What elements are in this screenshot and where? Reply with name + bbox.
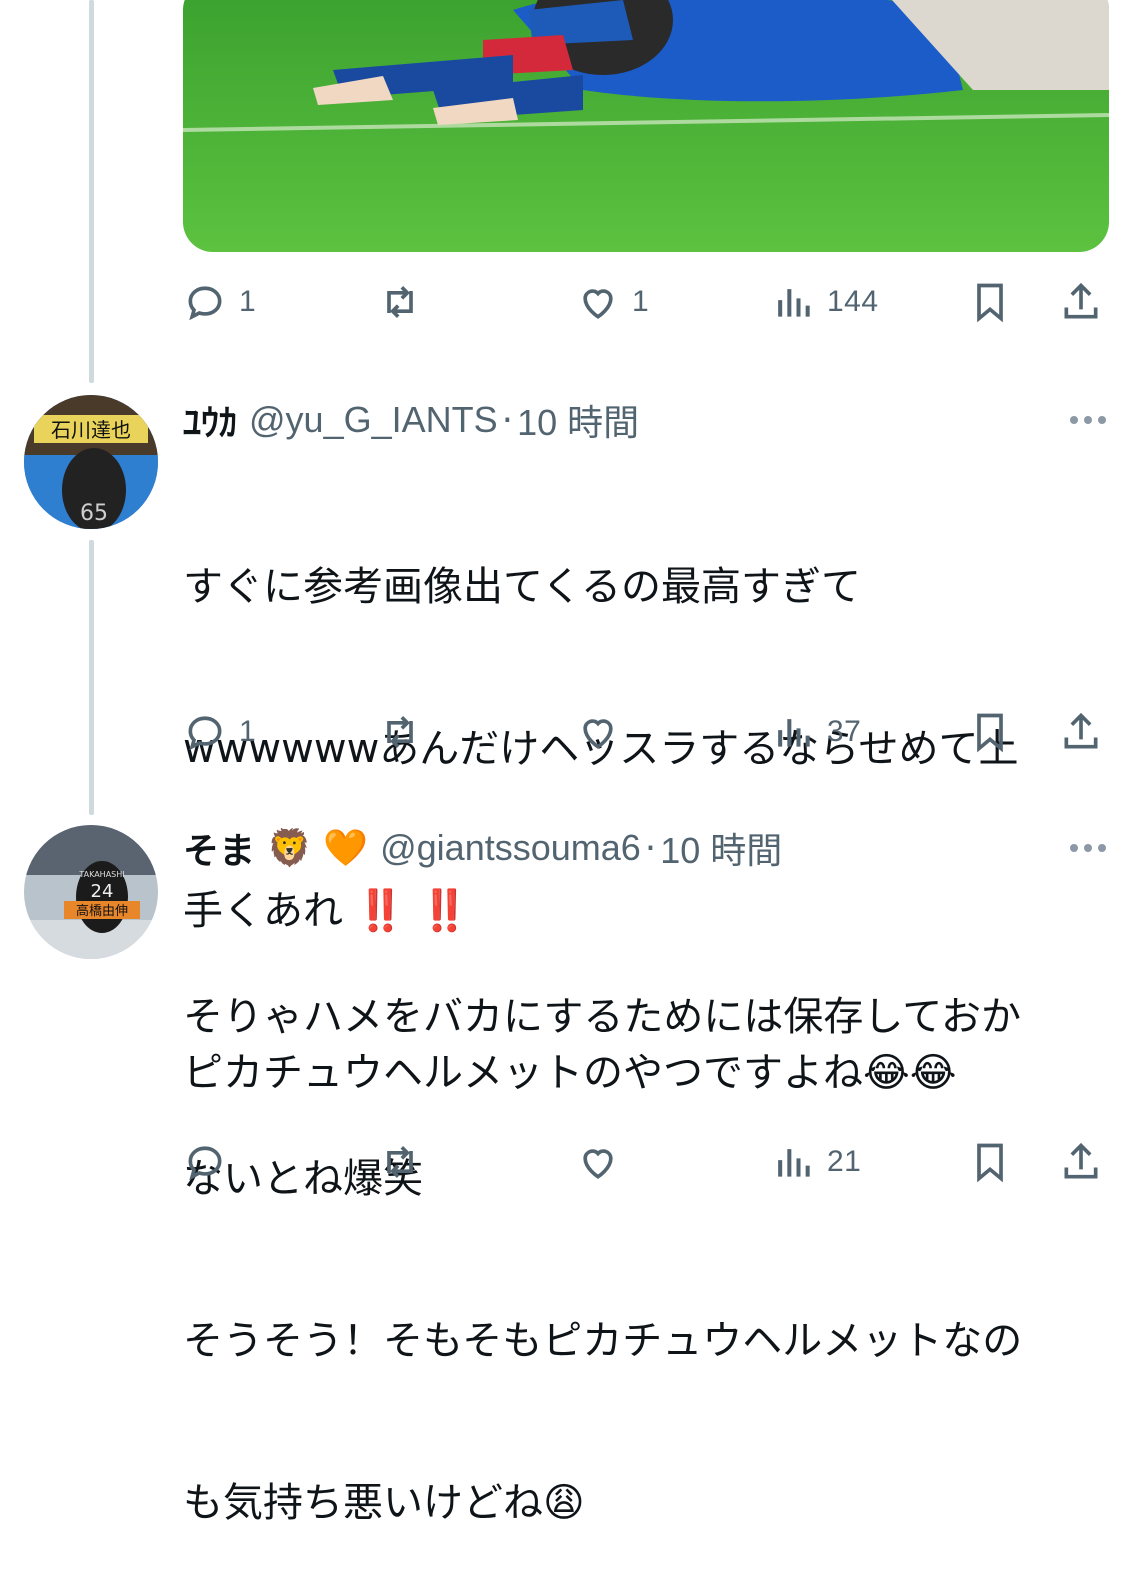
- views-icon: [778, 289, 810, 317]
- avatar[interactable]: TAKAHASHI 24 高橋由伸: [24, 825, 158, 959]
- avatar-banner-text: 石川達也: [51, 418, 131, 442]
- bookmark-button[interactable]: [968, 702, 1012, 762]
- reply-count: 1: [239, 285, 257, 318]
- views-button[interactable]: 21: [771, 1132, 861, 1192]
- retweet-button[interactable]: [378, 702, 434, 762]
- like-button[interactable]: [576, 1132, 632, 1192]
- avatar-number: 65: [80, 501, 108, 526]
- tweet-text: そりゃハメをバカにするためには保存しておか ないとね爆笑 そうそう！そもそもピカ…: [183, 882, 1083, 1584]
- share-icon: [1064, 1142, 1098, 1179]
- user-handle[interactable]: @yu_G_IANTS: [249, 399, 498, 441]
- reply-button[interactable]: [183, 1132, 239, 1192]
- weary-face-emoji: 😩: [543, 1480, 585, 1526]
- display-name[interactable]: そま: [183, 822, 255, 874]
- name-emoji: 🦁 🧡: [267, 828, 369, 869]
- tweet-actions: 1 1 144: [183, 272, 1113, 332]
- thread-line: [89, 540, 94, 815]
- more-options-button[interactable]: [1070, 820, 1106, 876]
- view-count: 21: [827, 1145, 862, 1178]
- views-button[interactable]: 37: [771, 702, 861, 762]
- tweet-header: ﾕｳｶ @yu_G_IANTS · 10 時間: [183, 392, 639, 448]
- tweet-text-line: そりゃハメをバカにするためには保存しておか: [183, 994, 1021, 1040]
- avatar-jersey-name: TAKAHASHI: [78, 870, 124, 879]
- more-dot-icon: [1098, 844, 1106, 852]
- user-handle[interactable]: @giantssouma6: [380, 827, 641, 869]
- tweet-header: そま 🦁 🧡 @giantssouma6 · 10 時間: [183, 820, 782, 876]
- view-count: 144: [827, 285, 879, 318]
- reply-icon: [188, 286, 222, 321]
- tweet-text-line: すぐに参考画像出てくるの最高すぎて: [183, 564, 861, 610]
- heart-icon: [583, 289, 613, 319]
- like-button[interactable]: 1: [576, 272, 649, 332]
- retweet-button[interactable]: [378, 1132, 434, 1192]
- more-dot-icon: [1098, 416, 1106, 424]
- more-dot-icon: [1084, 844, 1092, 852]
- share-icon: [1064, 282, 1098, 319]
- timestamp[interactable]: 10 時間: [517, 394, 639, 446]
- like-button[interactable]: [576, 702, 632, 762]
- views-icon: [778, 719, 810, 747]
- retweet-button[interactable]: [378, 272, 434, 332]
- view-count: 37: [827, 715, 862, 748]
- tweet-actions: 1 37: [183, 702, 1113, 762]
- timestamp[interactable]: 10 時間: [660, 822, 782, 874]
- bookmark-icon: [977, 283, 1003, 323]
- thread-line: [89, 0, 94, 383]
- retweet-icon: [387, 716, 413, 748]
- reply-icon: [188, 1146, 222, 1181]
- avatar-number: 24: [91, 881, 114, 902]
- share-button[interactable]: [1059, 702, 1103, 762]
- share-button[interactable]: [1059, 1132, 1103, 1192]
- bookmark-button[interactable]: [968, 1132, 1012, 1192]
- share-icon: [1064, 712, 1098, 749]
- reply-button[interactable]: 1: [183, 702, 256, 762]
- retweet-icon: [387, 286, 413, 318]
- separator-dot: ·: [501, 399, 514, 441]
- display-name[interactable]: ﾕｳｶ: [183, 394, 237, 446]
- more-dot-icon: [1070, 416, 1078, 424]
- heart-icon: [583, 1149, 613, 1179]
- avatar[interactable]: 石川達也 65: [24, 395, 158, 529]
- reply-icon: [188, 716, 222, 751]
- views-icon: [778, 1149, 810, 1177]
- views-button[interactable]: 144: [771, 272, 879, 332]
- reply-count: 1: [239, 715, 257, 748]
- tweet-actions: 21: [183, 1132, 1113, 1192]
- separator-dot: ·: [644, 827, 657, 869]
- bookmark-icon: [977, 713, 1003, 753]
- heart-icon: [583, 719, 613, 749]
- tweet-text-line: そうそう！そもそもピカチュウヘルメットなの: [183, 1318, 1023, 1364]
- tweet-media-image[interactable]: [183, 0, 1109, 252]
- share-button[interactable]: [1059, 272, 1103, 332]
- avatar-banner-text: 高橋由伸: [76, 903, 128, 919]
- bookmark-button[interactable]: [968, 272, 1012, 332]
- reply-button[interactable]: 1: [183, 272, 256, 332]
- like-count: 1: [632, 285, 650, 318]
- more-dot-icon: [1084, 416, 1092, 424]
- tweet-text-line: も気持ち悪いけどね😩: [183, 1480, 585, 1526]
- retweet-icon: [387, 1146, 413, 1178]
- more-dot-icon: [1070, 844, 1078, 852]
- more-options-button[interactable]: [1070, 392, 1106, 448]
- bookmark-icon: [977, 1143, 1003, 1183]
